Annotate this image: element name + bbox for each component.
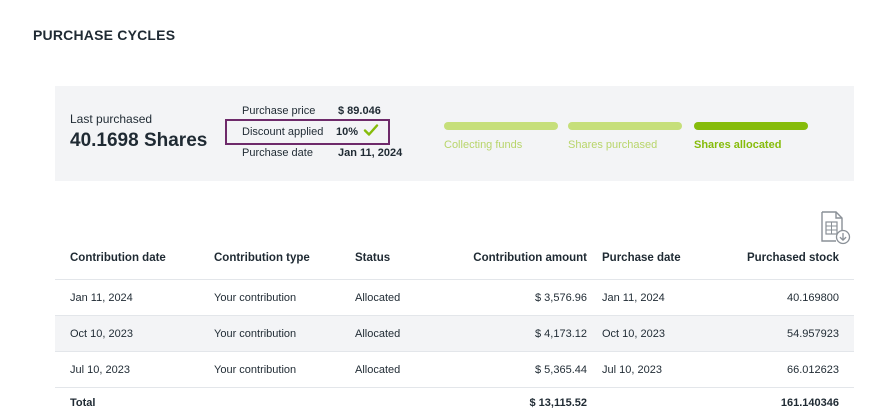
contribution-date-cell: Oct 10, 2023 — [70, 327, 133, 340]
stage-shares-allocated: Shares allocated — [694, 122, 808, 151]
stage-collecting-funds: Collecting funds — [444, 122, 558, 151]
column-header-contribution-date[interactable]: Contribution date — [70, 252, 166, 264]
purchased-stock-cell: 66.012623 — [787, 363, 839, 376]
stage-shares-purchased: Shares purchased — [568, 122, 682, 151]
purchase-date-cell: Oct 10, 2023 — [602, 327, 665, 340]
table-row: Jan 11, 2024 Your contribution Allocated… — [55, 280, 854, 316]
total-label: Total — [70, 397, 96, 409]
status-cell: Allocated — [355, 291, 401, 304]
purchase-price-value: $ 89.046 — [338, 105, 381, 117]
last-purchased-value: 40.1698 Shares — [70, 130, 208, 151]
contribution-date-cell: Jan 11, 2024 — [70, 291, 133, 304]
last-purchase-summary-card: Last purchased 40.1698 Shares Purchase p… — [55, 86, 854, 181]
table-header-row: Contribution date Contribution type Stat… — [55, 236, 854, 280]
total-purchased-stock: 161.140346 — [780, 397, 839, 409]
status-cell: Allocated — [355, 327, 401, 340]
column-header-purchased-stock[interactable]: Purchased stock — [747, 252, 839, 264]
contribution-amount-cell: $ 4,173.12 — [535, 327, 587, 340]
discount-applied-label: Discount applied — [242, 126, 324, 138]
purchase-date-value: Jan 11, 2024 — [338, 147, 403, 159]
purchase-price-row: Purchase price $ 89.046 — [242, 105, 381, 117]
stage-progress-bar — [444, 122, 558, 130]
discount-applied-value: 10% — [336, 126, 359, 138]
purchase-date-label: Purchase date — [242, 147, 313, 159]
column-header-status[interactable]: Status — [355, 252, 390, 264]
discount-applied-highlight: Discount applied 10% — [225, 119, 390, 145]
status-cell: Allocated — [355, 363, 401, 376]
purchase-date-row: Purchase date Jan 11, 2024 — [242, 147, 402, 159]
contribution-type-cell: Your contribution — [214, 291, 297, 304]
purchased-stock-cell: 54.957923 — [787, 327, 839, 340]
contribution-type-cell: Your contribution — [214, 327, 297, 340]
contribution-amount-cell: $ 3,576.96 — [535, 291, 587, 304]
column-header-contribution-type[interactable]: Contribution type — [214, 252, 310, 264]
purchase-price-label: Purchase price — [242, 105, 316, 117]
stage-label: Collecting funds — [444, 139, 523, 151]
table-row: Oct 10, 2023 Your contribution Allocated… — [55, 316, 854, 352]
stage-progress-bar — [568, 122, 682, 130]
purchase-cycles-table: Contribution date Contribution type Stat… — [55, 236, 854, 418]
contribution-type-cell: Your contribution — [214, 363, 297, 376]
checkmark-icon — [363, 124, 379, 136]
page-title: PURCHASE CYCLES — [33, 27, 176, 43]
total-contribution-amount: $ 13,115.52 — [529, 397, 587, 409]
last-purchased-label: Last purchased — [70, 112, 153, 126]
contribution-amount-cell: $ 5,365.44 — [535, 363, 587, 376]
stage-progress-bar — [694, 122, 808, 130]
stage-label: Shares allocated — [694, 139, 782, 151]
column-header-purchase-date[interactable]: Purchase date — [602, 252, 681, 264]
contribution-date-cell: Jul 10, 2023 — [70, 363, 130, 376]
stage-label: Shares purchased — [568, 139, 658, 151]
column-header-contribution-amount[interactable]: Contribution amount — [473, 252, 587, 264]
purchase-date-cell: Jul 10, 2023 — [602, 363, 662, 376]
purchase-date-cell: Jan 11, 2024 — [602, 291, 665, 304]
table-row: Jul 10, 2023 Your contribution Allocated… — [55, 352, 854, 388]
table-total-row: Total $ 13,115.52 161.140346 — [55, 388, 854, 418]
purchased-stock-cell: 40.169800 — [787, 291, 839, 304]
